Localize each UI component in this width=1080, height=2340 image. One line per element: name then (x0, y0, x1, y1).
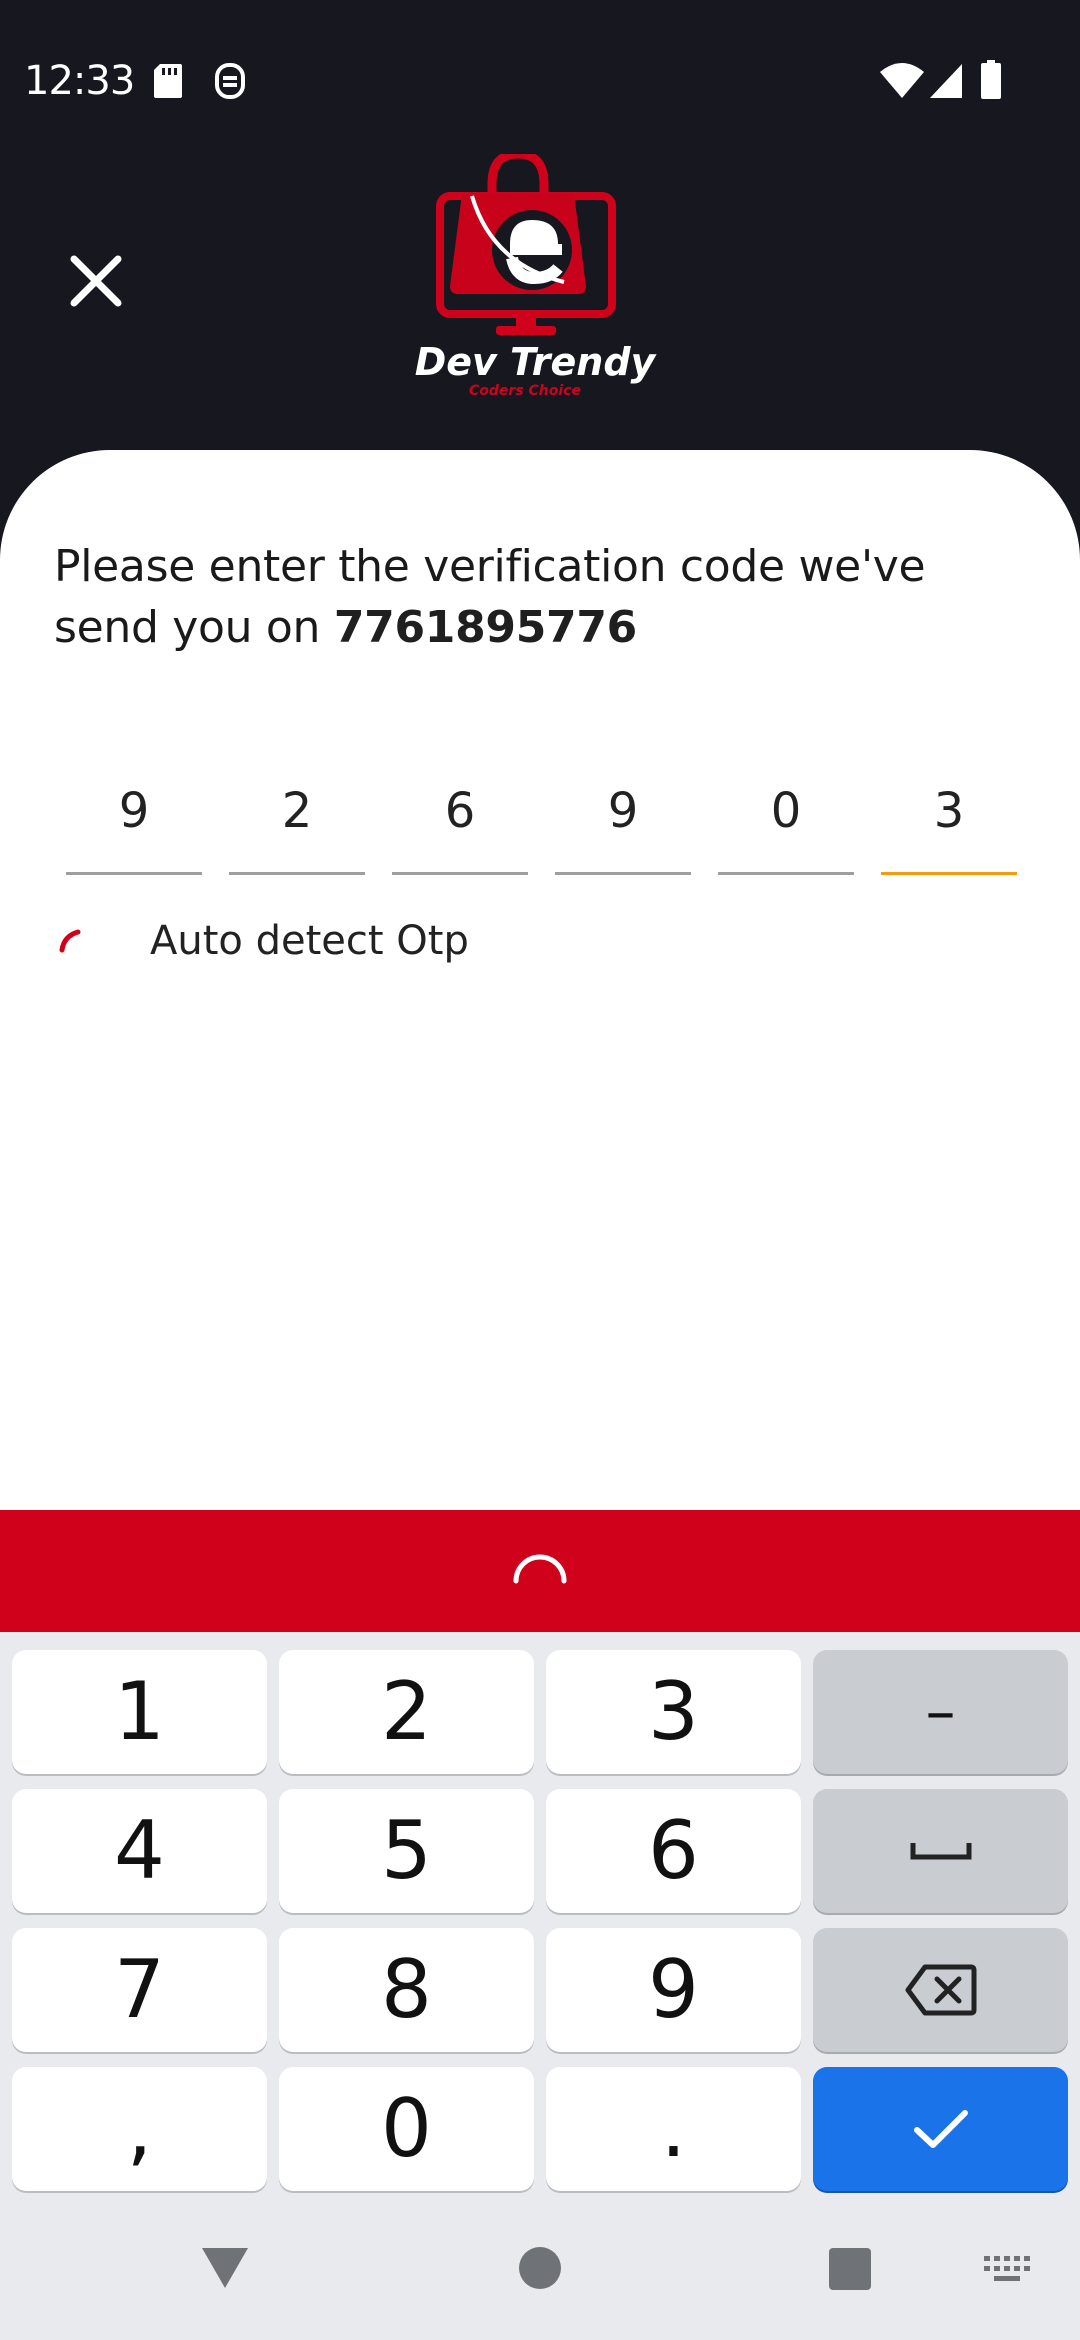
key-comma[interactable]: , (12, 2067, 267, 2191)
key-4[interactable]: 4 (12, 1789, 267, 1913)
key-backspace[interactable] (813, 1928, 1068, 2052)
key-2[interactable]: 2 (279, 1650, 534, 1774)
wifi-icon (880, 62, 924, 105)
status-bar: 12:33 (0, 0, 1080, 160)
loading-spinner-icon (513, 1554, 567, 1584)
brand-name: Dev Trendy (414, 340, 656, 384)
battery-icon (980, 60, 1002, 105)
auto-detect-row: Auto detect Otp (54, 910, 854, 980)
key-space[interactable] (813, 1789, 1068, 1913)
phone-number: 7761895776 (333, 602, 637, 653)
verification-prompt: Please enter the verification code we've… (54, 536, 1014, 658)
checkmark-icon (913, 2110, 968, 2148)
sd-card-icon (152, 62, 184, 105)
close-button[interactable] (60, 245, 132, 317)
verification-card: Please enter the verification code we've… (0, 450, 1080, 1510)
key-0[interactable]: 0 (279, 2067, 534, 2191)
key-7[interactable]: 7 (12, 1928, 267, 2052)
submit-button[interactable] (0, 1510, 1080, 1632)
auto-detect-label: Auto detect Otp (150, 918, 469, 964)
loading-spinner-icon (59, 929, 81, 953)
otp-digit-1[interactable]: 9 (66, 765, 202, 875)
status-time: 12:33 (24, 58, 135, 104)
space-icon (910, 1843, 971, 1860)
key-3[interactable]: 3 (546, 1650, 801, 1774)
otp-digit-2[interactable]: 2 (229, 765, 365, 875)
recents-icon[interactable] (829, 2248, 871, 2295)
key-5[interactable]: 5 (279, 1789, 534, 1913)
key-9[interactable]: 9 (546, 1928, 801, 2052)
key-dash[interactable]: – (813, 1650, 1068, 1774)
otp-digit-6[interactable]: 3 (881, 765, 1017, 875)
key-1[interactable]: 1 (12, 1650, 267, 1774)
key-8[interactable]: 8 (279, 1928, 534, 2052)
otp-input-row: 9 2 6 9 0 3 (66, 765, 1017, 875)
back-icon[interactable] (200, 2246, 250, 2295)
backspace-icon (905, 1964, 976, 2016)
numeric-keyboard: 1 2 3 – 4 5 6 7 8 9 , 0 . (0, 1632, 1080, 2194)
brand-tagline: Coders Choice (469, 383, 581, 399)
otp-digit-3[interactable]: 6 (392, 765, 528, 875)
key-done[interactable] (813, 2067, 1068, 2191)
otp-digit-4[interactable]: 9 (555, 765, 691, 875)
keyboard-switch-icon[interactable] (984, 2256, 1030, 2289)
otp-digit-5[interactable]: 0 (718, 765, 854, 875)
header: Dev Trendy Coders Choice (0, 149, 1080, 460)
screenshot-icon (214, 62, 246, 105)
signal-icon (928, 62, 964, 105)
navigation-bar (0, 2194, 1080, 2340)
close-icon (70, 255, 122, 307)
home-icon[interactable] (518, 2246, 562, 2295)
key-period[interactable]: . (546, 2067, 801, 2191)
key-6[interactable]: 6 (546, 1789, 801, 1913)
